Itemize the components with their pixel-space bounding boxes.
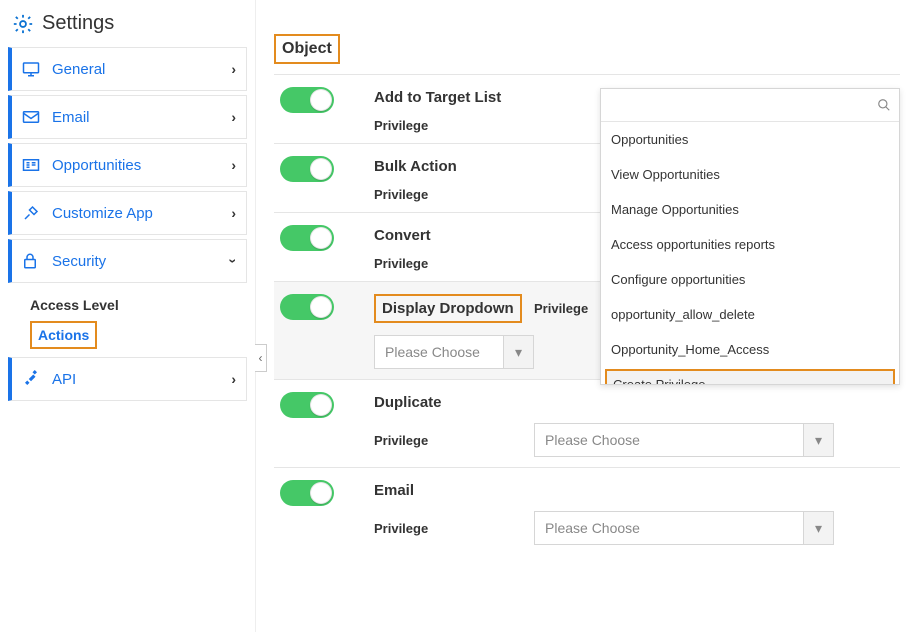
sidebar: Settings General › Email › — [0, 0, 256, 632]
dropdown-value: Please Choose — [545, 432, 640, 448]
sidebar-item-label: General — [52, 61, 231, 78]
action-row: Duplicate Privilege Please Choose ▾ — [274, 380, 900, 468]
lock-icon — [22, 252, 42, 270]
tools-icon — [22, 204, 42, 222]
sidebar-subitem-actions[interactable]: Actions — [30, 321, 97, 349]
privilege-label: Privilege — [374, 256, 534, 271]
sidebar-item-opportunities[interactable]: Opportunities › — [8, 143, 247, 187]
search-icon — [875, 98, 893, 112]
sidebar-item-api[interactable]: API › — [8, 357, 247, 401]
sidebar-item-label: Email — [52, 109, 231, 126]
list-icon — [22, 158, 42, 172]
sidebar-item-security[interactable]: Security › — [8, 239, 247, 283]
privilege-option[interactable]: Opportunities — [601, 122, 899, 157]
settings-header: Settings — [8, 8, 247, 47]
chevron-down-icon: ▾ — [803, 424, 833, 456]
privilege-label: Privilege — [374, 521, 534, 536]
sidebar-item-label: API — [52, 371, 231, 388]
access-level-heading: Access Level — [8, 287, 247, 321]
privilege-option[interactable]: opportunity_allow_delete — [601, 297, 899, 332]
sidebar-item-label: Security — [52, 253, 231, 270]
toggle-switch[interactable] — [280, 225, 334, 251]
chevron-down-icon: ▾ — [803, 512, 833, 544]
privilege-option[interactable]: View Opportunities — [601, 157, 899, 192]
toggle-switch[interactable] — [280, 87, 334, 113]
privilege-option[interactable]: Manage Opportunities — [601, 192, 899, 227]
privilege-options-list[interactable]: Opportunities View Opportunities Manage … — [601, 122, 899, 384]
action-row: Email Privilege Please Choose ▾ — [274, 468, 900, 555]
privilege-label: Privilege — [374, 118, 534, 133]
chevron-down-icon: › — [226, 259, 242, 264]
toggle-switch[interactable] — [280, 392, 334, 418]
privilege-label: Privilege — [374, 187, 534, 202]
dropdown-value: Please Choose — [385, 344, 480, 360]
privilege-dropdown[interactable]: Please Choose ▾ — [534, 423, 834, 457]
main-content: ‹ Object Add to Target List Privilege Bu… — [256, 0, 918, 632]
sidebar-item-customize-app[interactable]: Customize App › — [8, 191, 247, 235]
chevron-right-icon: › — [231, 371, 236, 387]
privilege-search — [601, 89, 899, 122]
privilege-dropdown[interactable]: Please Choose ▾ — [534, 511, 834, 545]
privilege-option[interactable]: Opportunity_Home_Access — [601, 332, 899, 367]
chevron-down-icon: ▾ — [503, 336, 533, 368]
privilege-option[interactable]: Access opportunities reports — [601, 227, 899, 262]
privilege-option[interactable]: Configure opportunities — [601, 262, 899, 297]
action-title: Email — [374, 480, 900, 499]
privilege-label: Privilege — [374, 433, 534, 448]
action-title: Display Dropdown — [374, 294, 522, 323]
sidebar-item-email[interactable]: Email › — [8, 95, 247, 139]
sidebar-collapse-handle[interactable]: ‹ — [255, 344, 267, 372]
sidebar-item-label: Customize App — [52, 205, 231, 222]
page-title: Settings — [42, 12, 114, 35]
chevron-right-icon: › — [231, 109, 236, 125]
privilege-option-create[interactable]: Create Privilege — [605, 369, 895, 384]
monitor-icon — [22, 61, 42, 77]
chevron-right-icon: › — [231, 205, 236, 221]
toggle-switch[interactable] — [280, 480, 334, 506]
privilege-search-input[interactable] — [607, 93, 875, 117]
toggle-switch[interactable] — [280, 294, 334, 320]
toggle-switch[interactable] — [280, 156, 334, 182]
chevron-right-icon: › — [231, 61, 236, 77]
action-title: Duplicate — [374, 392, 900, 411]
mail-icon — [22, 110, 42, 124]
sidebar-item-label: Opportunities — [52, 157, 231, 174]
plug-icon — [22, 370, 42, 388]
dropdown-value: Please Choose — [545, 520, 640, 536]
gear-icon — [12, 13, 34, 35]
privilege-dropdown[interactable]: Please Choose ▾ — [374, 335, 534, 369]
privilege-dropdown-popup: Opportunities View Opportunities Manage … — [600, 88, 900, 385]
section-heading-object: Object — [274, 34, 340, 64]
sidebar-item-general[interactable]: General › — [8, 47, 247, 91]
chevron-right-icon: › — [231, 157, 236, 173]
